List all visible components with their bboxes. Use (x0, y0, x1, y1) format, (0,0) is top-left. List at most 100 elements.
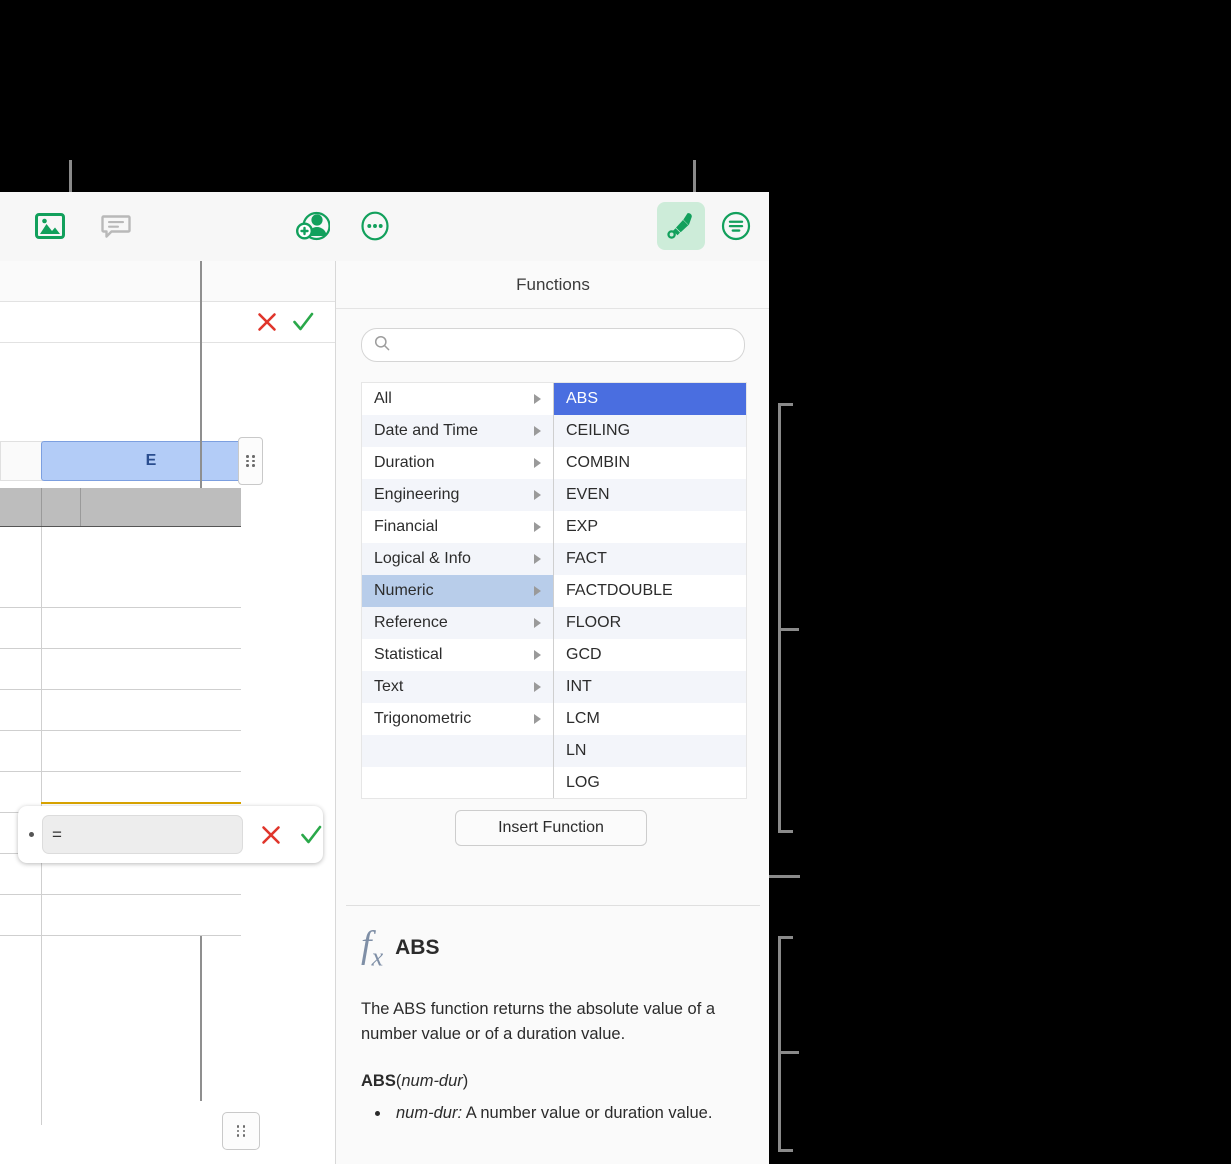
paintbrush-icon (666, 211, 696, 241)
table-row[interactable] (0, 649, 241, 690)
panel-title: Functions (336, 261, 769, 309)
chevron-right-icon (534, 554, 541, 564)
column-header-tab[interactable]: E (41, 441, 261, 481)
function-item[interactable]: COMBIN (554, 447, 746, 479)
panel-divider (346, 905, 760, 906)
sheet-grid[interactable] (0, 488, 241, 1125)
function-item[interactable]: EVEN (554, 479, 746, 511)
search-input[interactable] (397, 336, 731, 354)
function-item-label: EXP (566, 518, 599, 535)
category-item[interactable]: Engineering (362, 479, 553, 511)
column-resize-handle[interactable] (238, 437, 263, 485)
formula-input[interactable]: = (41, 815, 243, 854)
description-arguments: num-dur: A number value or duration valu… (361, 1101, 751, 1127)
function-item[interactable]: FACTDOUBLE (554, 575, 746, 607)
chevron-right-icon (534, 618, 541, 628)
format-button[interactable] (657, 202, 705, 250)
category-filler-row (362, 767, 553, 798)
category-item[interactable]: Trigonometric (362, 703, 553, 735)
app-window: E = Functions All Date and Time Duration… (0, 192, 769, 1164)
functions-panel: Functions All Date and Time Duration Engine… (335, 261, 769, 1164)
callout-bracket-lists-top (778, 403, 793, 406)
callout-bracket-desc-bottom (778, 1149, 793, 1152)
function-browser: All Date and Time Duration Engineering Finan… (361, 382, 747, 799)
description-summary: The ABS function returns the absolute va… (361, 999, 716, 1044)
callout-bracket-desc-top (778, 936, 793, 939)
category-item-label: Numeric (374, 582, 434, 599)
category-item[interactable]: Date and Time (362, 415, 553, 447)
function-item[interactable]: FACT (554, 543, 746, 575)
fx-icon: fx (361, 924, 384, 972)
table-resize-handle[interactable] (222, 1112, 260, 1150)
function-item[interactable]: EXP (554, 511, 746, 543)
more-button[interactable] (351, 202, 399, 250)
more-icon (360, 211, 390, 241)
category-item-label: Engineering (374, 486, 460, 503)
formula-accept-icon[interactable] (299, 823, 323, 847)
function-item-label: LOG (566, 774, 600, 791)
formula-input-value: = (51, 824, 62, 844)
table-row[interactable] (0, 731, 241, 772)
formula-cancel-icon[interactable] (259, 823, 283, 847)
category-item[interactable]: Text (362, 671, 553, 703)
function-item[interactable]: ABS (554, 383, 746, 415)
function-item[interactable]: LN (554, 735, 746, 767)
table-row[interactable] (0, 608, 241, 649)
accept-formula-icon[interactable] (291, 310, 315, 334)
formula-editor-popover[interactable]: = (18, 806, 323, 863)
signature-argument: num-dur (401, 1071, 463, 1090)
category-item[interactable]: Statistical (362, 639, 553, 671)
grip-dots-icon (236, 1125, 246, 1137)
cancel-formula-icon[interactable] (255, 310, 279, 334)
function-item[interactable]: FLOOR (554, 607, 746, 639)
category-item[interactable]: Financial (362, 511, 553, 543)
description-function-name: ABS (395, 936, 440, 960)
callout-bracket-desc-vertical (778, 936, 781, 1152)
organize-button[interactable] (712, 202, 760, 250)
category-item[interactable]: Duration (362, 447, 553, 479)
collaborate-button[interactable] (289, 202, 337, 250)
signature-function-name: ABS (361, 1071, 396, 1090)
description-header: fx ABS (361, 926, 751, 971)
function-list[interactable]: ABS CEILING COMBIN EVEN EXP FACT FACTDOUBLE FLO… (554, 383, 746, 798)
function-item[interactable]: LOG (554, 767, 746, 798)
comment-button[interactable] (92, 202, 140, 250)
category-item-label: Logical & Info (374, 550, 471, 567)
chevron-right-icon (534, 682, 541, 692)
grid-header-row (0, 488, 241, 527)
category-item[interactable]: Reference (362, 607, 553, 639)
argument-term: num-dur: (396, 1103, 463, 1122)
function-description: fx ABS The ABS function returns the abso… (361, 926, 751, 1126)
table-row[interactable] (0, 690, 241, 731)
function-item[interactable]: LCM (554, 703, 746, 735)
function-item-label: GCD (566, 646, 602, 663)
function-item-label: FLOOR (566, 614, 622, 631)
function-item[interactable]: INT (554, 671, 746, 703)
category-item[interactable]: All (362, 383, 553, 415)
function-item[interactable]: CEILING (554, 415, 746, 447)
category-item-label: Text (374, 678, 404, 695)
argument-text: A number value or duration value. (462, 1103, 713, 1122)
organize-icon (721, 211, 751, 241)
function-item[interactable]: GCD (554, 639, 746, 671)
category-item[interactable]: Logical & Info (362, 543, 553, 575)
grip-dots-icon (246, 455, 255, 467)
insert-function-button[interactable]: Insert Function (455, 810, 647, 846)
search-icon (374, 335, 390, 356)
chevron-right-icon (534, 394, 541, 404)
toolbar (0, 192, 769, 262)
function-item-label: LN (566, 742, 587, 759)
table-row[interactable] (0, 895, 241, 936)
function-item-label: ABS (566, 390, 599, 407)
callout-bracket-lists-stem (781, 628, 799, 631)
spreadsheet-canvas[interactable]: E = (0, 261, 335, 1164)
callout-bracket-lists-bottom (778, 830, 793, 833)
category-item-label: Duration (374, 454, 435, 471)
category-item[interactable]: Numeric (362, 575, 553, 607)
category-list[interactable]: All Date and Time Duration Engineering Finan… (362, 383, 554, 798)
search-field[interactable] (361, 328, 745, 362)
media-button[interactable] (26, 202, 74, 250)
table-row[interactable] (0, 527, 241, 608)
chevron-right-icon (534, 714, 541, 724)
chevron-right-icon (534, 490, 541, 500)
